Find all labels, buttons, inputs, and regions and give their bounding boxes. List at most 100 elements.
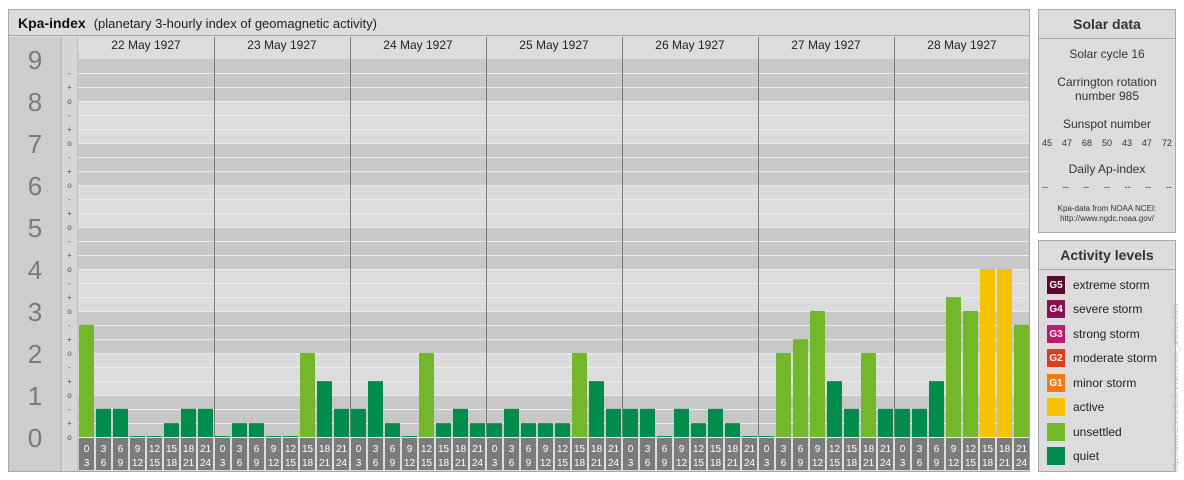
interval-end-label: 24	[336, 458, 348, 469]
interval-start-label: 18	[863, 444, 875, 455]
y-tick-label: 7	[28, 129, 42, 159]
interval-start-label: 9	[407, 444, 413, 455]
interval-start-label: 18	[455, 444, 467, 455]
sunspot-value: 72	[1161, 138, 1172, 148]
level-active: active	[1047, 398, 1104, 416]
interval-start-label: 9	[951, 444, 957, 455]
interval-end-label: 6	[373, 458, 379, 469]
kpa-bar	[334, 408, 349, 437]
interval-start-label: 12	[965, 444, 977, 455]
interval-start-label: 12	[421, 444, 433, 455]
interval-end-label: 24	[1016, 458, 1028, 469]
interval-end-label: 18	[710, 458, 722, 469]
level-swatch-quiet	[1047, 447, 1065, 465]
y-tick-label: 8	[28, 87, 42, 117]
plot-band	[78, 311, 1029, 353]
source-link[interactable]: http://www.ngdc.noaa.gov/	[1039, 214, 1175, 224]
interval-start-label: 0	[356, 444, 362, 455]
kpa-bar	[402, 436, 417, 437]
interval-start-label: 18	[727, 444, 739, 455]
kpa-bar	[895, 408, 910, 437]
y-tick-label: 4	[28, 255, 42, 285]
kpa-bar	[96, 408, 111, 437]
kpa-bar	[300, 353, 315, 437]
interval-end-label: 12	[676, 458, 688, 469]
kpa-bar	[521, 423, 536, 437]
kpa-bar	[130, 436, 145, 437]
interval-end-label: 3	[628, 458, 634, 469]
ap-value: --	[1103, 182, 1110, 192]
interval-start-label: 3	[509, 444, 515, 455]
kpa-bar	[555, 423, 570, 437]
daily-ap-label: Daily Ap-index	[1068, 162, 1146, 176]
kpa-bar	[640, 408, 655, 437]
level-label: minor storm	[1073, 376, 1137, 390]
level-swatch-g4: G4	[1047, 300, 1065, 318]
ap-value: --	[1042, 182, 1048, 192]
interval-end-label: 18	[166, 458, 178, 469]
level-swatch-g2: G2	[1047, 349, 1065, 367]
sunspot-value: 45	[1042, 138, 1053, 148]
chart-title-bar: Kpa-index (planetary 3-hourly index of ge…	[9, 10, 1029, 36]
level-label: quiet	[1073, 449, 1100, 463]
ap-value: --	[1165, 182, 1172, 192]
interval-start-label: 3	[237, 444, 243, 455]
level-quiet: quiet	[1047, 447, 1099, 465]
level-swatch-active	[1047, 398, 1065, 416]
interval-end-label: 18	[302, 458, 314, 469]
y-minor-mark: +	[67, 209, 72, 218]
interval-end-label: 6	[917, 458, 923, 469]
interval-start-label: 6	[662, 444, 668, 455]
kpa-bar	[963, 311, 978, 437]
interval-start-label: 21	[1016, 444, 1028, 455]
interval-end-label: 6	[645, 458, 651, 469]
interval-start-label: 6	[118, 444, 124, 455]
interval-start-label: 6	[526, 444, 532, 455]
interval-end-label: 21	[863, 458, 875, 469]
interval-end-label: 21	[727, 458, 739, 469]
day-label: 28 May 1927	[927, 38, 997, 52]
kpa-bar	[827, 381, 842, 437]
y-minor-mark: +	[67, 419, 72, 428]
y-minor-mark: +	[67, 293, 72, 302]
interval-start-label: 15	[574, 444, 586, 455]
level-strong-storm: G3 strong storm	[1047, 325, 1140, 343]
y-minor-mark: -	[68, 279, 71, 288]
interval-end-label: 12	[540, 458, 552, 469]
y-minor-mark: +	[67, 125, 72, 134]
interval-end-label: 21	[455, 458, 467, 469]
interval-end-label: 21	[591, 458, 603, 469]
kpa-bar	[691, 423, 706, 437]
interval-end-label: 18	[982, 458, 994, 469]
kpa-bar	[368, 381, 383, 437]
kpa-index-widget: { "title": { "main": "Kpa-index", "sub":…	[0, 0, 1184, 480]
interval-start-label: 21	[608, 444, 620, 455]
y-tick-label: 1	[28, 381, 42, 411]
interval-start-label: 0	[628, 444, 634, 455]
interval-end-label: 6	[101, 458, 107, 469]
level-swatch-g3: G3	[1047, 325, 1065, 343]
interval-start-label: 15	[302, 444, 314, 455]
interval-start-label: 15	[710, 444, 722, 455]
interval-start-label: 18	[319, 444, 331, 455]
y-minor-mark: o	[67, 349, 72, 358]
y-minor-mark: o	[67, 181, 72, 190]
interval-end-label: 9	[118, 458, 124, 469]
interval-end-label: 3	[220, 458, 226, 469]
y-minor-mark: -	[68, 111, 71, 120]
interval-end-label: 12	[404, 458, 416, 469]
kpa-bar	[419, 353, 434, 437]
y-tick-label: 5	[28, 213, 42, 243]
kpa-bar	[708, 408, 723, 437]
interval-start-label: 18	[999, 444, 1011, 455]
interval-end-label: 6	[237, 458, 243, 469]
y-tick-label: 3	[28, 297, 42, 327]
kpa-bar	[674, 408, 689, 437]
interval-start-label: 21	[200, 444, 212, 455]
carrington-rotation: Carrington rotation number 985	[1039, 75, 1175, 103]
y-minor-mark: o	[67, 223, 72, 232]
y-minor-mark: o	[67, 307, 72, 316]
chart-subtitle: (planetary 3-hourly index of geomagnetic…	[93, 16, 377, 31]
interval-end-label: 18	[438, 458, 450, 469]
interval-start-label: 12	[285, 444, 297, 455]
